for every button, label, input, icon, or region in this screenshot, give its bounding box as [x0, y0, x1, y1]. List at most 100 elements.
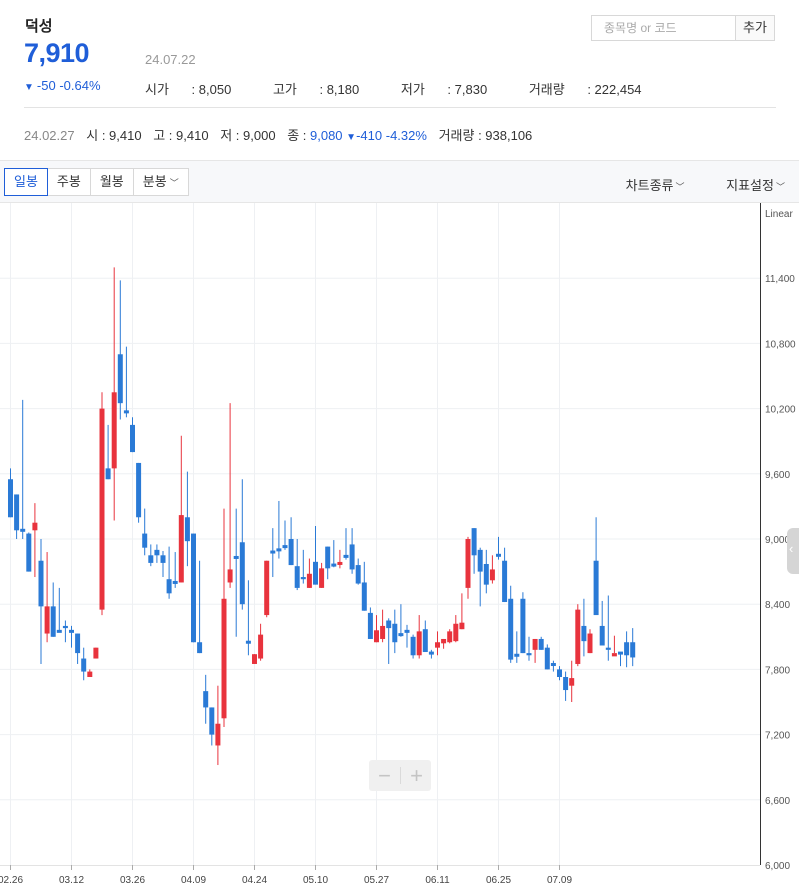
candle-body — [62, 625, 68, 629]
candle — [410, 634, 416, 659]
candle-body — [288, 539, 294, 566]
candle — [520, 592, 526, 654]
candle — [483, 549, 489, 594]
candle — [20, 399, 26, 539]
candle-body — [160, 555, 166, 563]
down-triangle-icon: ▼ — [24, 82, 34, 93]
x-tick-label: 07.09 — [547, 875, 572, 886]
candle-body — [575, 609, 581, 664]
hover-low: 저 : 9,000 — [220, 128, 276, 143]
candle-body — [50, 606, 56, 637]
candle-body — [215, 723, 221, 746]
x-tick-label: 05.27 — [364, 875, 389, 886]
candle-body — [526, 653, 532, 656]
chart-type-menu[interactable]: 차트종류 ﹀ — [607, 178, 685, 193]
candle-body — [81, 658, 87, 672]
candle — [557, 666, 562, 681]
candle — [624, 631, 630, 668]
candle — [227, 403, 233, 588]
tab-minute[interactable]: 분봉 ﹀ — [132, 168, 189, 196]
candle — [337, 549, 343, 569]
candle-body — [453, 623, 459, 642]
candle — [367, 607, 373, 639]
tab-daily[interactable]: 일봉 — [4, 168, 48, 196]
candle-body — [252, 654, 257, 664]
candle — [184, 471, 190, 567]
candle-body — [459, 622, 465, 630]
candle-body — [32, 522, 38, 531]
add-button[interactable]: 추가 — [735, 16, 774, 40]
candle-body — [605, 647, 611, 650]
candle — [209, 707, 215, 746]
hover-close: 종 : 9,080 — [287, 128, 343, 143]
candle — [404, 624, 410, 648]
candle — [26, 532, 32, 572]
stock-header: 덕성 7,910 24.07.22 ▼ -50 -0.64% 시가 : 8,050… — [0, 0, 799, 160]
candle — [581, 598, 587, 657]
candle — [306, 558, 312, 588]
candle — [538, 636, 544, 650]
zoom-in-button[interactable]: + — [401, 760, 432, 791]
candle-body — [593, 560, 599, 616]
candle — [453, 615, 459, 643]
candle-body — [142, 533, 148, 548]
tab-weekly[interactable]: 주봉 — [46, 168, 91, 196]
y-tick-label: 7,800 — [765, 665, 790, 676]
candle — [441, 638, 447, 649]
tab-monthly[interactable]: 월봉 — [89, 168, 134, 196]
candle-body — [349, 544, 355, 570]
candlestick-chart[interactable]: 11,40010,80010,2009,6009,0008,4007,8007,… — [0, 203, 799, 895]
candle — [50, 582, 56, 637]
candle-body — [282, 545, 288, 549]
candle-body — [56, 629, 62, 633]
candle-body — [392, 623, 398, 643]
candle-body — [87, 671, 93, 678]
candle-body — [337, 561, 343, 565]
candle — [123, 346, 129, 418]
candle — [508, 585, 514, 663]
price-change: ▼ -50 -0.64% — [24, 78, 101, 93]
candle — [62, 620, 68, 643]
candle-body — [374, 630, 379, 643]
y-tick-label: 6,600 — [765, 796, 790, 807]
candle-body — [69, 629, 74, 633]
candle — [197, 560, 203, 654]
candle-body — [550, 663, 556, 667]
y-tick-label: 7,200 — [765, 731, 790, 742]
y-tick-label: 10,200 — [765, 405, 796, 416]
search-input[interactable] — [592, 16, 734, 40]
candle-body — [38, 560, 44, 607]
candle-body — [8, 479, 13, 518]
candle-body — [496, 553, 501, 557]
candle — [221, 508, 227, 727]
candle — [69, 625, 74, 648]
candle-body — [276, 548, 282, 552]
candle-body — [166, 579, 172, 594]
candle-body — [630, 642, 636, 658]
candle-body — [20, 528, 26, 532]
candle-body — [221, 598, 227, 719]
candle — [325, 546, 331, 580]
candle-body — [398, 633, 404, 637]
indicator-menu[interactable]: 지표설정 ﹀ — [707, 178, 785, 193]
candle — [44, 552, 50, 643]
candle — [105, 424, 111, 480]
side-panel-handle[interactable]: ‹ — [787, 528, 799, 574]
candle-body — [618, 651, 623, 655]
candle — [178, 435, 184, 583]
zoom-out-button[interactable]: − — [369, 760, 400, 791]
candle-body — [99, 408, 105, 610]
candle — [270, 528, 276, 578]
candle — [75, 633, 81, 664]
candle — [550, 660, 556, 672]
current-price: 7,910 — [24, 38, 90, 68]
candle-body — [93, 647, 99, 659]
candle — [319, 562, 325, 588]
hover-volume: 거래량 : 938,106 — [438, 128, 533, 143]
high-price: 고가 : 8,180 — [272, 82, 360, 97]
candle-body — [532, 638, 538, 650]
period-tabs: 일봉 주봉 월봉 분봉 ﹀ — [4, 168, 189, 196]
candle-body — [26, 533, 32, 572]
candle-body — [367, 612, 373, 639]
ohlc-summary: 시가 : 8,050 고가 : 8,180 저가 : 7,830 거래량 : 2… — [145, 79, 680, 98]
